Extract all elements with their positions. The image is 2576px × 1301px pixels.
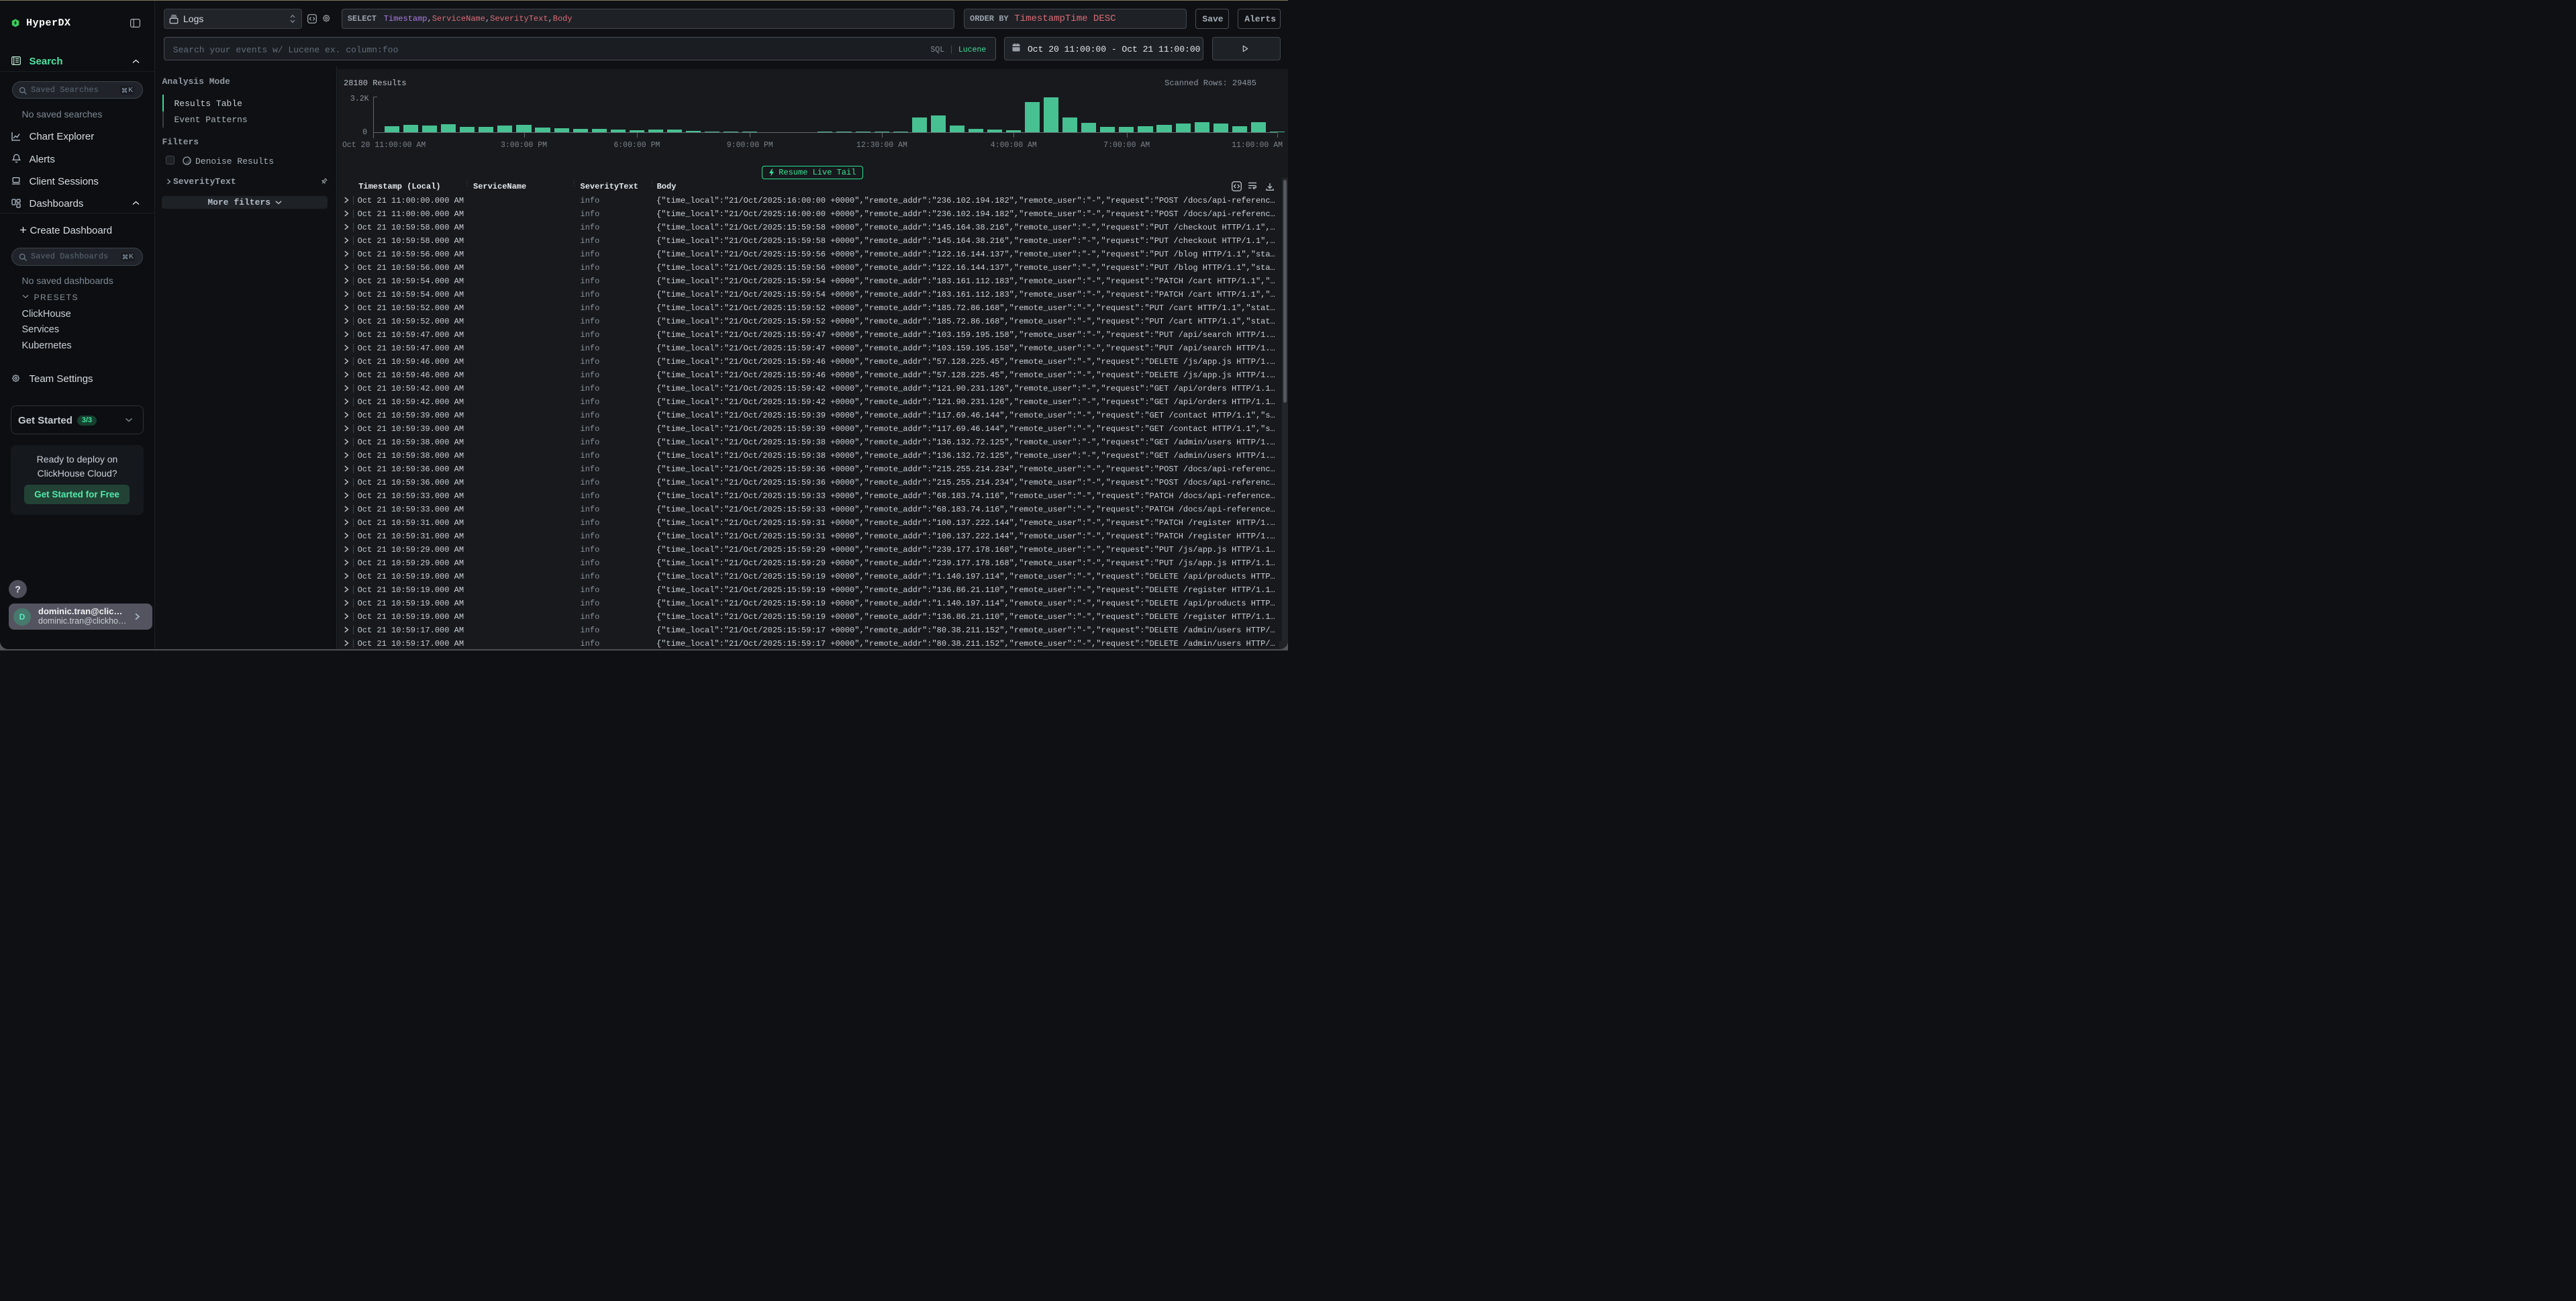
svg-text:?: ? xyxy=(15,583,21,594)
